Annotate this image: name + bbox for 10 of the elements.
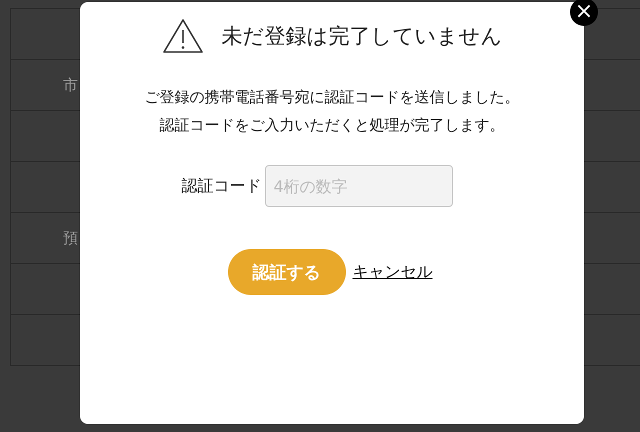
dialog-title: 未だ登録は完了していません xyxy=(222,23,502,50)
message-text: ご登録の携帯電話番号宛に認証コードを送信しました。 xyxy=(144,88,520,107)
table-cell: 預 xyxy=(63,228,78,248)
close-button[interactable]: × xyxy=(570,0,598,26)
code-input-field[interactable]: 4桁の数字 xyxy=(264,165,452,207)
warning-icon xyxy=(162,18,204,54)
field-label: 認証コード xyxy=(182,176,262,196)
message-text: 認証コードをご入力いただくと処理が完了します。 xyxy=(160,116,504,135)
table-cell: 市 xyxy=(63,76,78,94)
cancel-link[interactable]: キャンセル xyxy=(352,262,432,282)
